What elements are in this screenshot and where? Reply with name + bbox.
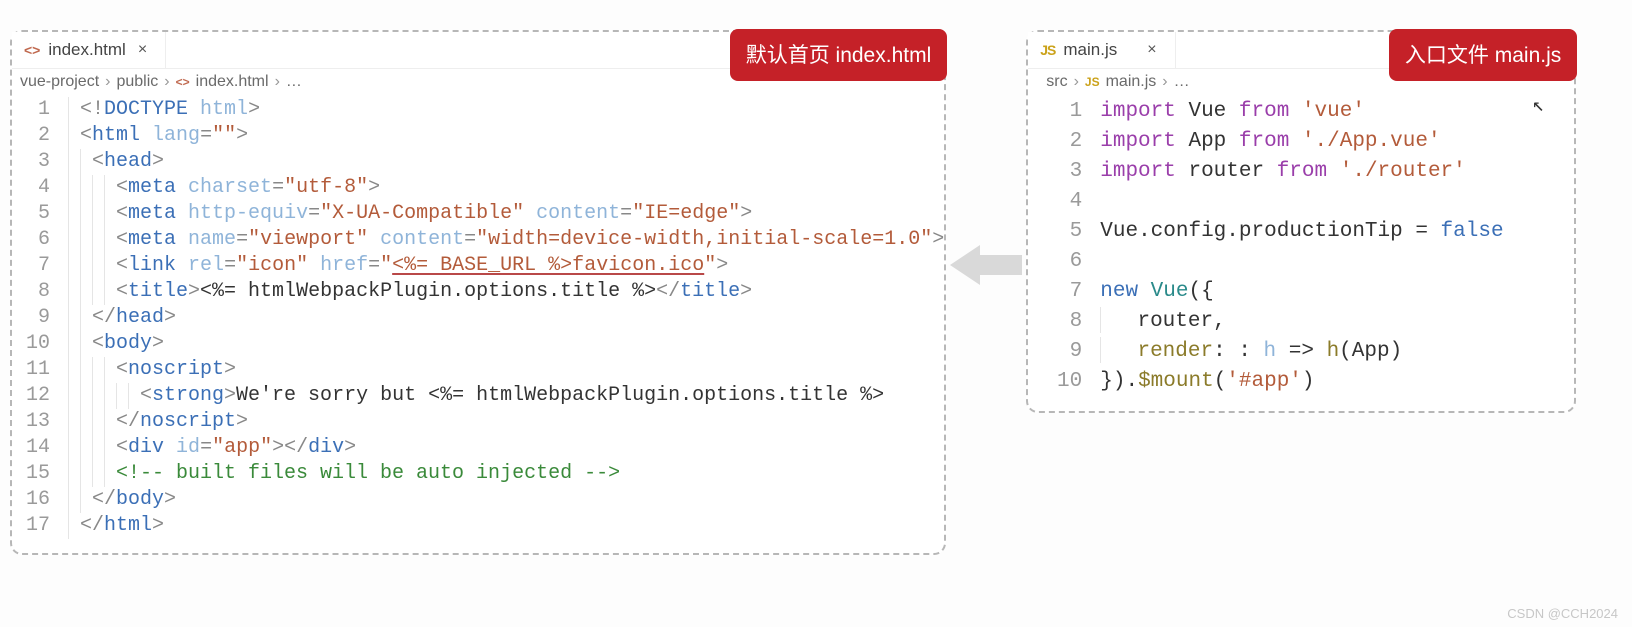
chevron-right-icon: ›	[1162, 73, 1167, 91]
crumb: …	[1174, 73, 1190, 91]
chevron-right-icon: ›	[105, 73, 110, 91]
chevron-right-icon: ›	[1074, 73, 1079, 91]
crumb: …	[286, 73, 302, 91]
tab-index-html[interactable]: <> index.html ×	[12, 32, 166, 68]
crumb[interactable]: index.html	[196, 73, 269, 91]
cursor-icon: ↖	[1532, 92, 1544, 118]
crumb[interactable]: vue-project	[20, 73, 99, 91]
tab-label: main.js	[1063, 40, 1117, 60]
line-number: 2	[12, 123, 68, 149]
close-icon[interactable]: ×	[1143, 42, 1160, 58]
chevron-right-icon: ›	[164, 73, 169, 91]
code-editor-right[interactable]: 1import Vue from 'vue' 2import App from …	[1028, 97, 1574, 411]
line-number: 5	[1028, 217, 1100, 247]
line-number: 11	[12, 357, 68, 383]
line-number: 6	[1028, 247, 1100, 277]
code-editor-left[interactable]: 1<!DOCTYPE html> 2<html lang=""> 3<head>…	[12, 97, 944, 553]
diagnostic-underline: <%= BASE_URL %>favicon.ico	[392, 254, 704, 277]
close-icon[interactable]: ×	[134, 42, 151, 58]
line-number: 12	[12, 383, 68, 409]
line-number: 2	[1028, 127, 1100, 157]
line-number: 17	[12, 513, 68, 539]
js-file-icon: JS	[1085, 75, 1100, 89]
line-number: 8	[1028, 307, 1100, 337]
line-number: 15	[12, 461, 68, 487]
line-number: 10	[1028, 367, 1100, 397]
line-number: 4	[1028, 187, 1100, 217]
badge-left: 默认首页 index.html	[730, 29, 948, 81]
js-file-icon: JS	[1040, 42, 1055, 58]
line-number: 6	[12, 227, 68, 253]
crumb[interactable]: main.js	[1106, 73, 1157, 91]
line-number: 9	[1028, 337, 1100, 367]
line-number: 9	[12, 305, 68, 331]
line-number: 16	[12, 487, 68, 513]
line-number: 10	[12, 331, 68, 357]
tab-label: index.html	[48, 40, 125, 60]
line-number: 13	[12, 409, 68, 435]
arrow-left-icon	[946, 30, 1026, 290]
line-number: 5	[12, 201, 68, 227]
line-number: 3	[12, 149, 68, 175]
line-number: 7	[1028, 277, 1100, 307]
line-number: 4	[12, 175, 68, 201]
html-file-icon: <>	[176, 75, 190, 89]
line-number: 1	[1028, 97, 1100, 127]
line-number: 3	[1028, 157, 1100, 187]
editor-panel-index-html: 默认首页 index.html <> index.html × vue-proj…	[10, 30, 946, 555]
badge-right: 入口文件 main.js	[1389, 29, 1577, 81]
line-number: 14	[12, 435, 68, 461]
watermark: CSDN @CCH2024	[1507, 606, 1618, 621]
crumb[interactable]: public	[116, 73, 158, 91]
line-number: 8	[12, 279, 68, 305]
tab-main-js[interactable]: JS main.js ×	[1028, 32, 1175, 68]
line-number: 7	[12, 253, 68, 279]
editor-panel-main-js: 入口文件 main.js ↖ JS main.js × src › JS mai…	[1026, 30, 1576, 413]
crumb[interactable]: src	[1046, 73, 1067, 91]
html-file-icon: <>	[24, 42, 40, 58]
line-number: 1	[12, 97, 68, 123]
chevron-right-icon: ›	[275, 73, 280, 91]
